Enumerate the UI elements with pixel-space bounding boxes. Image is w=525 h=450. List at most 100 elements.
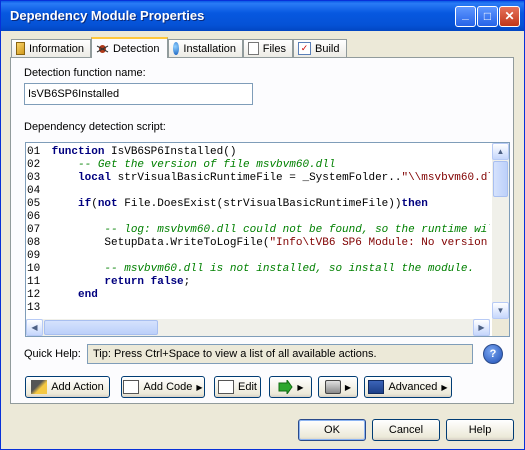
scroll-down-arrow-icon[interactable]: ▼ xyxy=(492,302,509,319)
code-token: not xyxy=(97,198,118,210)
line-number: 06 xyxy=(27,211,41,223)
code-token: -- Get the version of file msvbvm60.dll xyxy=(78,159,336,171)
line-number: 13 xyxy=(27,302,41,314)
line-number: 08 xyxy=(27,237,41,249)
script-label: Dependency detection script: xyxy=(24,121,166,133)
code-line: 11 return false; xyxy=(26,276,490,289)
edit-button[interactable]: Edit xyxy=(214,376,261,398)
horizontal-scrollbar[interactable]: ◀ ▶ xyxy=(26,319,490,336)
tab-label: Files xyxy=(262,42,286,55)
tab-files[interactable]: Files xyxy=(243,39,293,57)
help-button[interactable]: Help xyxy=(446,419,514,441)
code-token: ; xyxy=(183,276,191,288)
code-token: strVisualBasicRuntimeFile = _SystemFolde… xyxy=(111,172,402,184)
dialog-window: Dependency Module Properties _ □ ✕ Infor… xyxy=(0,0,525,450)
tab-label: Information xyxy=(28,42,84,55)
minimize-button[interactable]: _ xyxy=(455,6,476,27)
help-question-icon[interactable]: ? xyxy=(483,344,503,364)
scroll-up-arrow-icon[interactable]: ▲ xyxy=(492,143,509,160)
vertical-scrollbar[interactable]: ▲ ▼ xyxy=(492,143,509,319)
dropdown-arrow-icon: ▶ xyxy=(344,382,352,392)
floppy-disk-icon xyxy=(368,380,385,394)
move-button[interactable]: ▶ xyxy=(269,376,312,398)
tab-label: Build xyxy=(315,42,340,55)
dropdown-arrow-icon: ▶ xyxy=(196,382,203,392)
minimize-icon: _ xyxy=(462,7,469,21)
line-number: 12 xyxy=(27,289,41,301)
code-line: 01 function IsVB6SP6Installed() xyxy=(26,146,490,159)
maximize-button[interactable]: □ xyxy=(477,6,498,27)
code-line: 08 SetupData.WriteToLogFile("Info\tVB6 S… xyxy=(26,237,490,250)
code-line: 13 xyxy=(26,302,490,315)
ok-label: OK xyxy=(324,424,340,436)
code-line: 10 -- msvbvm60.dll is not installed, so … xyxy=(26,263,490,276)
detection-panel: Detection function name: IsVB6SP6Install… xyxy=(10,57,514,404)
edit-label: Edit xyxy=(238,381,257,393)
tab-detection[interactable]: Detection xyxy=(91,37,168,58)
function-name-value: IsVB6SP6Installed xyxy=(28,88,120,100)
close-button[interactable]: ✕ xyxy=(499,6,520,27)
package-icon xyxy=(324,380,341,394)
vertical-scroll-thumb[interactable] xyxy=(493,161,508,197)
line-number: 01 xyxy=(27,146,41,158)
line-number: 11 xyxy=(27,276,41,288)
green-arrow-icon xyxy=(277,378,294,396)
dropdown-arrow-icon: ▶ xyxy=(441,382,448,392)
add-code-button[interactable]: Add Code ▶ xyxy=(121,376,205,398)
title-bar[interactable]: Dependency Module Properties _ □ ✕ xyxy=(1,1,524,31)
add-code-label: Add Code xyxy=(143,381,193,393)
code-line: 07 -- log: msvbvm60.dll could not be fou… xyxy=(26,224,490,237)
tab-information[interactable]: Information xyxy=(11,39,91,57)
scroll-right-arrow-icon[interactable]: ▶ xyxy=(473,319,490,336)
tab-build[interactable]: ✓ Build xyxy=(293,39,347,57)
files-icon xyxy=(248,42,259,55)
tab-label: Installation xyxy=(183,42,236,55)
advanced-label: Advanced xyxy=(388,381,438,393)
tab-installation[interactable]: Installation xyxy=(168,39,243,57)
code-token: return xyxy=(104,276,145,288)
tab-label: Detection xyxy=(113,42,160,55)
help-label: Help xyxy=(468,424,492,436)
advanced-button[interactable]: Advanced ▶ xyxy=(364,376,452,398)
cancel-button[interactable]: Cancel xyxy=(372,419,440,441)
code-token: ( xyxy=(91,198,98,210)
script-code-area[interactable]: 01 function IsVB6SP6Installed() 02 -- Get… xyxy=(26,143,490,322)
maximize-icon: □ xyxy=(483,9,492,23)
quick-help-label: Quick Help: xyxy=(24,348,81,360)
code-token: "\\msvbvm60.dll xyxy=(401,172,490,184)
line-number: 07 xyxy=(27,224,41,236)
function-name-input[interactable]: IsVB6SP6Installed xyxy=(24,83,253,105)
scroll-left-arrow-icon[interactable]: ◀ xyxy=(26,319,43,336)
quick-help-text: Tip: Press Ctrl+Space to view a list of … xyxy=(93,348,377,360)
code-token: function xyxy=(51,146,105,158)
globe-icon xyxy=(173,42,180,55)
close-icon: ✕ xyxy=(504,9,515,23)
add-action-label: Add Action xyxy=(51,381,104,393)
package-button[interactable]: ▶ xyxy=(318,376,358,398)
code-line: 04 xyxy=(26,185,490,198)
code-line: 12 end xyxy=(26,289,490,302)
function-name-label: Detection function name: xyxy=(24,67,146,79)
code-token: File.DoesExist(strVisualBasicRuntimeFile… xyxy=(117,198,402,210)
code-line: 06 xyxy=(26,211,490,224)
wand-icon xyxy=(31,380,48,394)
code-token: local xyxy=(78,172,112,184)
add-action-button[interactable]: Add Action xyxy=(25,376,110,398)
line-number: 10 xyxy=(27,263,41,275)
code-line: 09 xyxy=(26,250,490,263)
line-number: 09 xyxy=(27,250,41,262)
box-icon xyxy=(16,42,25,55)
horizontal-scroll-thumb[interactable] xyxy=(44,320,158,335)
script-editor[interactable]: 01 function IsVB6SP6Installed() 02 -- Get… xyxy=(25,142,510,337)
ok-button[interactable]: OK xyxy=(298,419,366,441)
bug-icon xyxy=(96,42,109,55)
cancel-label: Cancel xyxy=(388,424,424,436)
code-token: -- log: msvbvm60.dll could not be found,… xyxy=(104,224,490,236)
edit-page-icon xyxy=(218,380,235,394)
code-token: false xyxy=(150,276,184,288)
code-token: -- msvbvm60.dll is not installed, so ins… xyxy=(104,263,475,275)
window-title: Dependency Module Properties xyxy=(10,8,205,23)
code-token: if xyxy=(78,198,92,210)
scroll-corner xyxy=(492,319,509,336)
